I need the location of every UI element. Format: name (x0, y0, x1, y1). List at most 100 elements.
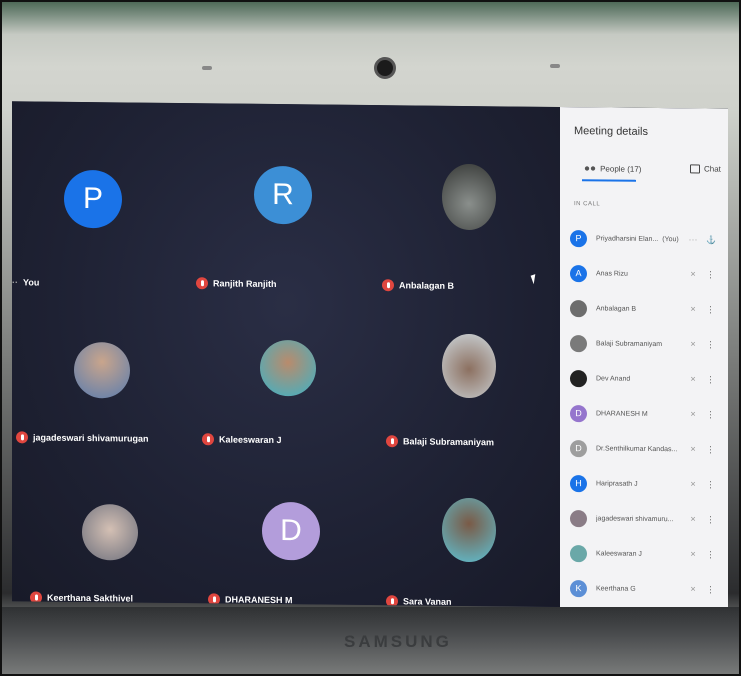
participant-name: jagadeswari shivamuru... (596, 515, 682, 523)
tab-chat[interactable]: Chat (690, 164, 721, 174)
avatar (442, 333, 496, 399)
bezel-sensor (550, 64, 560, 68)
video-grid: P ·· You R Ranjith Ranjith Anbalagan B ja… (12, 101, 562, 608)
kebab-menu-icon[interactable]: ⋮ (706, 479, 715, 490)
participant-row[interactable]: D DHARANESH M ✕ ⋮ (570, 398, 728, 430)
people-icon: ●● (584, 163, 597, 175)
participant-row[interactable]: jagadeswari shivamuru... ✕ ⋮ (570, 503, 728, 535)
video-tile[interactable]: jagadeswari shivamurugan (12, 281, 194, 444)
mic-off-icon: ✕ (690, 341, 696, 349)
kebab-menu-icon[interactable]: ⋮ (706, 339, 715, 350)
pin-icon[interactable]: ⚓ (706, 235, 716, 244)
laptop-top-bezel (2, 2, 739, 110)
mic-off-icon: ✕ (690, 271, 696, 279)
participant-name: Dr.Senthilkumar Kandas... (596, 445, 682, 453)
kebab-menu-icon[interactable]: ⋮ (706, 584, 715, 595)
participant-name-text: jagadeswari shivamuru... (596, 514, 674, 523)
kebab-menu-icon[interactable]: ⋮ (706, 304, 715, 315)
bezel-sensor (202, 66, 212, 70)
participant-name-text: Priyadharsini Elan... (596, 234, 659, 243)
tab-people[interactable]: ●● People (17) (584, 163, 641, 175)
participant-avatar: H (570, 474, 587, 492)
avatar: D (262, 501, 320, 561)
video-tile[interactable]: Kaleeswaran J (194, 283, 376, 446)
section-label: IN CALL (574, 201, 601, 208)
kebab-menu-icon[interactable]: ⋮ (706, 409, 715, 420)
participant-name: Sara Vanan (386, 595, 452, 608)
participant-name-text: Kaleeswaran J (596, 549, 642, 558)
participant-name-text: Anbalagan B (596, 304, 637, 313)
mic-off-icon: ✕ (690, 306, 696, 314)
participant-avatar (570, 334, 587, 352)
mic-off-icon: ✕ (690, 446, 696, 454)
kebab-menu-icon[interactable]: ⋮ (706, 374, 715, 385)
participant-name: Hariprasath J (596, 480, 682, 488)
kebab-menu-icon[interactable]: ⋮ (706, 444, 715, 455)
participant-row[interactable]: P Priyadharsini Elan... (You) ··· ⚓ (570, 223, 728, 255)
participant-name: Kaleeswaran J (596, 550, 682, 558)
participant-avatar: P (570, 229, 587, 247)
participant-name: Balaji Subramaniyam (596, 340, 682, 348)
kebab-menu-icon[interactable]: ⋮ (706, 514, 715, 525)
video-tile[interactable]: P ·· You (12, 121, 194, 288)
video-tile[interactable]: Keerthana Sakthivel (12, 441, 194, 604)
participant-name: Keerthana G (596, 585, 682, 593)
panel-title: Meeting details (574, 125, 648, 138)
mic-off-icon (30, 591, 42, 604)
brand-logo: SAMSUNG (344, 632, 452, 651)
webcam-icon (374, 57, 396, 79)
participant-row[interactable]: Balaji Subramaniyam ✕ ⋮ (570, 328, 728, 360)
participant-row[interactable]: Anbalagan B ✕ ⋮ (570, 293, 728, 325)
you-suffix: (You) (662, 235, 679, 243)
mic-off-icon (208, 593, 220, 606)
more-options-icon[interactable]: ··· (686, 234, 700, 244)
mic-off-icon: ✕ (690, 376, 696, 384)
tab-chat-label: Chat (704, 164, 721, 174)
participant-avatar: D (570, 404, 587, 422)
video-tile[interactable]: Balaji Subramaniyam (380, 285, 562, 447)
mic-off-icon: ✕ (690, 481, 696, 489)
participant-name: DHARANESH M (208, 593, 293, 606)
participant-row[interactable]: H Hariprasath J ✕ ⋮ (570, 468, 728, 500)
participant-avatar (570, 544, 587, 562)
participant-name: Keerthana Sakthivel (30, 591, 133, 604)
participant-name: Priyadharsini Elan... (You) (596, 235, 682, 243)
mic-off-icon: ✕ (690, 516, 696, 524)
tab-people-label: People (17) (600, 164, 642, 174)
participant-row[interactable]: Kaleeswaran J ✕ ⋮ (570, 538, 728, 570)
participant-avatar: D (570, 439, 587, 457)
participant-name: Dev Anand (596, 375, 682, 383)
participant-name: Anas Rizu (596, 270, 682, 278)
participant-avatar: K (570, 579, 587, 597)
participant-name: DHARANESH M (596, 410, 682, 418)
video-tile[interactable]: R Ranjith Ranjith (194, 123, 376, 290)
participant-name-text: Keerthana G (596, 584, 636, 593)
mic-off-icon: ✕ (690, 551, 696, 559)
active-tab-indicator (582, 179, 636, 182)
video-tile[interactable]: Sara Vanan (380, 445, 562, 608)
participant-avatar: A (570, 264, 587, 282)
chat-icon (690, 164, 700, 174)
participant-name-text: Anas Rizu (596, 269, 628, 278)
avatar: P (64, 169, 122, 229)
participant-avatar (570, 299, 587, 317)
avatar: R (254, 165, 312, 225)
participant-row[interactable]: D Dr.Senthilkumar Kandas... ✕ ⋮ (570, 433, 728, 465)
kebab-menu-icon[interactable]: ⋮ (706, 269, 715, 280)
participant-name-text: Balaji Subramaniyam (596, 339, 663, 348)
participant-avatar (570, 369, 587, 387)
participant-avatar (570, 509, 587, 527)
avatar (260, 339, 316, 397)
kebab-menu-icon[interactable]: ⋮ (706, 549, 715, 560)
video-tile[interactable]: D DHARANESH M (194, 443, 376, 606)
meet-screen: P ·· You R Ranjith Ranjith Anbalagan B ja… (12, 101, 728, 609)
video-tile[interactable]: Anbalagan B (380, 125, 562, 292)
avatar (442, 163, 496, 231)
participant-name-text: DHARANESH M (596, 409, 648, 418)
participant-row[interactable]: K Keerthana G ✕ ⋮ (570, 573, 728, 605)
mic-off-icon: ✕ (690, 586, 696, 594)
participant-row[interactable]: A Anas Rizu ✕ ⋮ (570, 258, 728, 290)
participant-row[interactable]: Dev Anand ✕ ⋮ (570, 363, 728, 395)
laptop-photo: P ·· You R Ranjith Ranjith Anbalagan B ja… (0, 0, 741, 676)
participant-name-text: Hariprasath J (596, 479, 638, 488)
